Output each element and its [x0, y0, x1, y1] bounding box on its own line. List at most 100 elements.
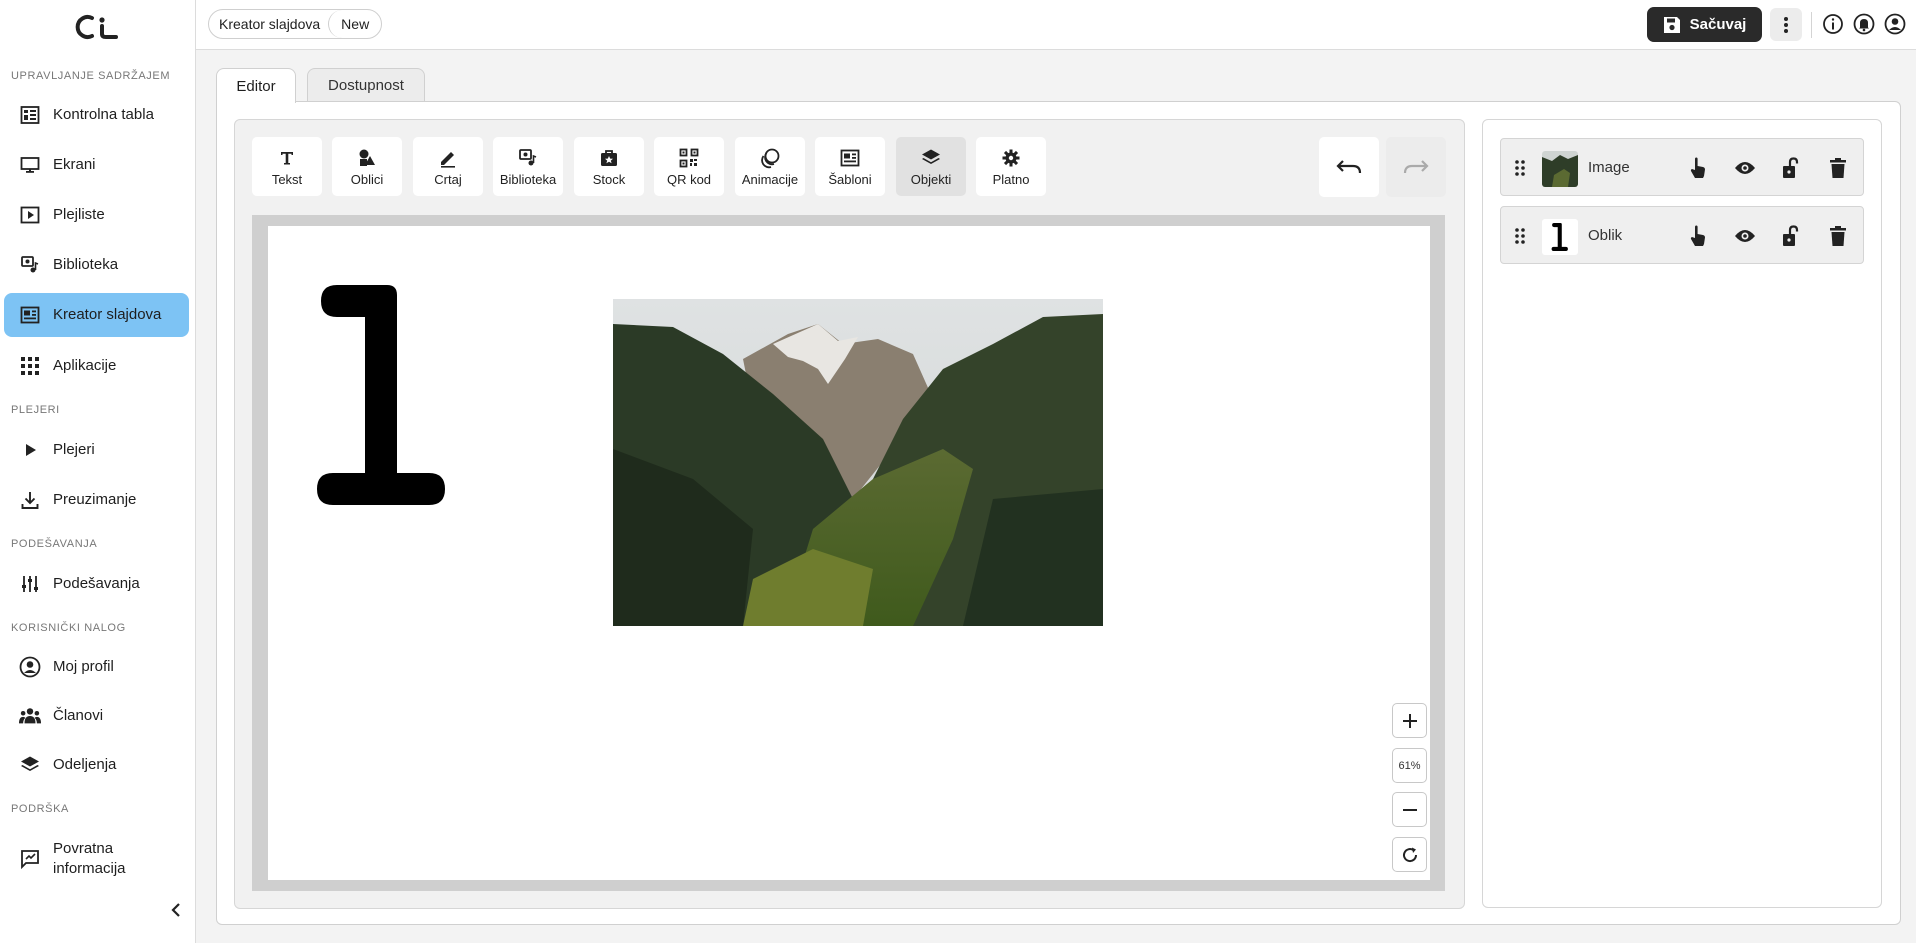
tool-label: QR kod: [666, 171, 712, 187]
sidebar-item-playlists[interactable]: Plejliste: [4, 193, 189, 237]
sidebar-item-apps[interactable]: Aplikacije: [4, 344, 189, 388]
layers-icon: [19, 754, 41, 776]
visibility-eye-icon[interactable]: [1734, 157, 1756, 179]
sidebar-item-players[interactable]: Plejeri: [4, 428, 189, 472]
tool-label: Tekst: [271, 171, 303, 187]
slide-canvas[interactable]: [268, 226, 1430, 880]
layer-thumbnail-image: [1542, 151, 1578, 187]
shapes-icon: [356, 147, 378, 169]
sidebar-item-screens[interactable]: Ekrani: [4, 143, 189, 187]
tool-label: Oblici: [350, 171, 384, 187]
save-button[interactable]: Sačuvaj: [1647, 7, 1762, 42]
canvas-mountain-image[interactable]: [613, 299, 1103, 626]
download-icon: [19, 489, 41, 511]
info-icon[interactable]: [1822, 13, 1844, 35]
layer-name: Oblik: [1588, 227, 1623, 244]
template-icon: [839, 147, 861, 169]
sidebar-item-label: Plejeri: [53, 441, 95, 458]
tool-label: Šabloni: [828, 171, 872, 187]
tool-label: Objekti: [910, 171, 952, 187]
drag-handle-icon[interactable]: [1513, 227, 1527, 245]
select-pointer-icon[interactable]: [1687, 225, 1709, 247]
more-options-button[interactable]: [1770, 8, 1802, 41]
tool-canvas[interactable]: Platno: [976, 137, 1046, 196]
delete-trash-icon[interactable]: [1827, 225, 1849, 247]
sidebar-item-settings[interactable]: Podešavanja: [4, 562, 189, 606]
tool-objects[interactable]: Objekti: [896, 137, 966, 196]
sidebar-item-label: Biblioteka: [53, 256, 119, 273]
monitor-icon: [19, 154, 41, 176]
sidebar-item-label: Preuzimanje: [53, 491, 137, 508]
tool-templates[interactable]: Šabloni: [815, 137, 885, 196]
section-title-players: PLEJERI: [11, 404, 60, 416]
redo-icon: [1403, 160, 1429, 174]
section-title-support: PODRŠKA: [11, 803, 69, 815]
breadcrumb-slide-creator[interactable]: Kreator slajdova: [209, 10, 330, 38]
tool-stock[interactable]: Stock: [574, 137, 644, 196]
tool-text[interactable]: Tekst: [252, 137, 322, 196]
refresh-icon: [1402, 847, 1417, 862]
breadcrumb: Kreator slajdova New: [208, 9, 383, 39]
sidebar-item-members[interactable]: Članovi: [4, 694, 189, 738]
zoom-out-button[interactable]: [1392, 792, 1427, 827]
collapse-sidebar-icon[interactable]: [166, 900, 186, 920]
qr-code-icon: [678, 147, 700, 169]
tab-availability[interactable]: Dostupnost: [307, 68, 425, 102]
zoom-in-button[interactable]: [1392, 703, 1427, 738]
save-label: Sačuvaj: [1689, 16, 1747, 33]
sidebar-item-download[interactable]: Preuzimanje: [4, 478, 189, 522]
text-icon: [276, 147, 298, 169]
drag-handle-icon[interactable]: [1513, 159, 1527, 177]
sidebar: UPRAVLJANJE SADRŽAJEM Kontrolna tabla Ek…: [0, 0, 196, 943]
tool-library[interactable]: Biblioteka: [493, 137, 563, 196]
section-title-account: KORISNIČKI NALOG: [11, 622, 126, 634]
unlock-icon[interactable]: [1780, 157, 1802, 179]
redo-button[interactable]: [1386, 137, 1446, 197]
stock-bag-icon: [598, 147, 620, 169]
sliders-icon: [19, 573, 41, 595]
sidebar-item-label: Kontrolna tabla: [53, 106, 154, 123]
sidebar-item-label: Povratna informacija: [53, 840, 126, 877]
tab-editor[interactable]: Editor: [216, 68, 296, 103]
sidebar-item-label: Odeljenja: [53, 756, 117, 773]
reset-zoom-button[interactable]: [1392, 837, 1427, 872]
tool-label: Platno: [992, 171, 1030, 187]
sidebar-item-feedback[interactable]: Povratna informacija: [4, 834, 189, 884]
tool-qr-code[interactable]: QR kod: [654, 137, 724, 196]
sidebar-item-label: Plejliste: [53, 206, 105, 223]
sidebar-item-profile[interactable]: Moj profil: [4, 645, 189, 689]
tool-draw[interactable]: Crtaj: [413, 137, 483, 196]
tool-shapes[interactable]: Oblici: [332, 137, 402, 196]
app-logo[interactable]: [72, 14, 120, 40]
breadcrumb-new[interactable]: New: [328, 10, 381, 38]
floppy-disk-icon: [1663, 16, 1681, 34]
layer-item-image[interactable]: Image: [1500, 138, 1864, 196]
layer-item-shape[interactable]: Oblik: [1500, 206, 1864, 264]
plus-icon: [1402, 713, 1417, 728]
layer-thumbnail-shape: [1542, 219, 1578, 255]
section-title-settings: PODEŠAVANJA: [11, 538, 98, 550]
library-icon: [517, 147, 539, 169]
topbar-divider: [1811, 12, 1812, 38]
tool-label: Crtaj: [434, 171, 462, 187]
undo-button[interactable]: [1319, 137, 1379, 197]
canvas-shape-one[interactable]: [317, 285, 449, 505]
notifications-bell-icon[interactable]: [1853, 13, 1875, 35]
select-pointer-icon[interactable]: [1687, 157, 1709, 179]
sidebar-item-departments[interactable]: Odeljenja: [4, 743, 189, 787]
apps-grid-icon: [19, 355, 41, 377]
tool-label: Stock: [592, 171, 626, 187]
visibility-eye-icon[interactable]: [1734, 225, 1756, 247]
zoom-level: 61%: [1392, 748, 1427, 783]
sidebar-item-slide-creator[interactable]: Kreator slajdova: [4, 293, 189, 337]
gear-icon: [1000, 147, 1022, 169]
sidebar-item-label: Aplikacije: [53, 357, 117, 374]
account-icon[interactable]: [1884, 13, 1906, 35]
delete-trash-icon[interactable]: [1827, 157, 1849, 179]
unlock-icon[interactable]: [1780, 225, 1802, 247]
tool-animations[interactable]: Animacije: [735, 137, 805, 196]
library-icon: [19, 254, 41, 276]
sidebar-item-dashboard[interactable]: Kontrolna tabla: [4, 93, 189, 137]
sidebar-item-library[interactable]: Biblioteka: [4, 243, 189, 287]
slide-creator-icon: [19, 304, 41, 326]
